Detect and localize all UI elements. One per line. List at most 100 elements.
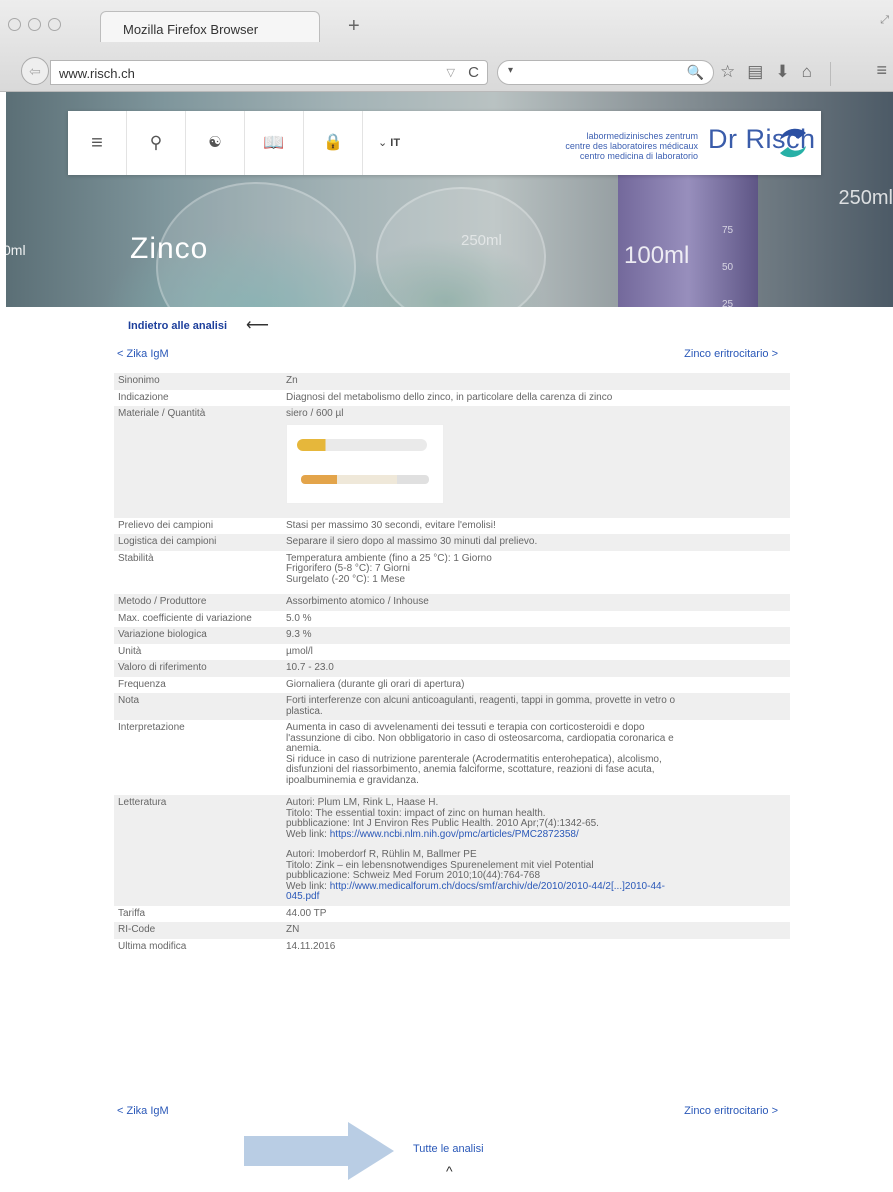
prev-analysis-link[interactable]: < Zika IgM <box>117 348 169 360</box>
row-value: 5.0 % <box>286 612 312 624</box>
reload-icon[interactable]: C <box>468 64 479 81</box>
serum-tube <box>297 438 427 451</box>
address-bar-text: www.risch.ch <box>59 66 135 81</box>
scale-mark: 75 <box>722 225 734 236</box>
table-row: Frequenza Giornaliera (durante gli orari … <box>114 677 790 694</box>
url-dropdown-icon[interactable]: ▽ <box>447 66 455 79</box>
ref-weblink-cont[interactable]: 045.pdf <box>286 891 319 902</box>
table-row: Max. coefficiente di variazione 5.0 % <box>114 611 790 628</box>
search-bar[interactable]: ▾ 🔍 <box>497 60 714 85</box>
home-icon[interactable]: ⌂ <box>802 62 812 86</box>
ref-weblink[interactable]: http://www.medicalforum.ch/docs/smf/arch… <box>330 881 665 892</box>
value-line: Frigorifero (5-8 °C): 7 Giorni <box>286 563 411 574</box>
decor-label: 250ml <box>461 232 502 249</box>
ref-authors: Autori: Imoberdorf R, Rühlin M, Ballmer … <box>286 849 477 860</box>
decor-label: 250ml <box>838 187 893 209</box>
close-window-button[interactable] <box>8 18 21 31</box>
table-row: Logistica dei campioni Separare il siero … <box>114 534 790 551</box>
back-to-analyses-link[interactable]: Indietro alle analisi <box>128 320 227 332</box>
minimize-window-button[interactable] <box>28 18 41 31</box>
people-icon[interactable]: ☯ <box>186 111 245 175</box>
table-row: Variazione biologica 9.3 % <box>114 627 790 644</box>
row-key: Interpretazione <box>118 722 185 733</box>
search-engine-dropdown-icon[interactable]: ▾ <box>508 65 513 76</box>
row-value: Giornaliera (durante gli orari di apertu… <box>286 678 465 690</box>
row-key: Letteratura <box>114 795 282 906</box>
ref-weblink-line: Web link: http://www.medicalforum.ch/doc… <box>286 880 786 893</box>
row-key: Sinonimo <box>114 373 282 390</box>
navigation-bar: ⇦ www.risch.ch ▽ C ▾ 🔍 ☆ ▤ ⬇ ⌂ ≡ <box>0 52 893 92</box>
arrow-left-icon: ⟵ <box>246 317 269 334</box>
tagline-line: labormedizinisches zentrum <box>586 131 698 141</box>
address-bar[interactable]: www.risch.ch ▽ C <box>50 60 488 85</box>
row-value: Aumenta in caso di avvelenamenti dei tes… <box>282 720 790 795</box>
site-header: ≡ ⚲ ☯ 📖 🔒 ⌄ IT labormedizinisches zentru… <box>68 111 821 175</box>
row-value: Diagnosi del metabolismo dello zinco, in… <box>286 391 613 403</box>
scroll-top-caret-icon[interactable]: ^ <box>446 1163 453 1179</box>
tab-title: Mozilla Firefox Browser <box>123 22 259 37</box>
back-button[interactable]: ⇦ <box>21 57 49 85</box>
chevron-down-icon: ⌄ <box>378 137 388 149</box>
language-selector[interactable]: ⌄ IT <box>378 111 400 175</box>
hamburger-menu-icon[interactable]: ≡ <box>68 111 127 175</box>
window-controls <box>8 18 61 31</box>
value-line: Surgelato (-20 °C): 1 Mese <box>286 573 406 585</box>
book-icon[interactable]: 📖 <box>245 111 304 175</box>
value-line: plastica. <box>286 705 323 717</box>
toolbar-divider <box>829 62 831 86</box>
ref-weblink-label: Web link: <box>286 880 330 892</box>
row-key: Logistica dei campioni <box>114 534 282 551</box>
table-row: Tariffa 44.00 TP <box>114 906 790 923</box>
prev-analysis-link-bottom[interactable]: < Zika IgM <box>117 1105 169 1117</box>
bookmark-star-icon[interactable]: ☆ <box>720 62 735 86</box>
ref-weblink-line: 045.pdf <box>286 891 786 903</box>
table-row: Stabilità Temperatura ambiente (fino a 2… <box>114 551 790 595</box>
search-icon[interactable]: 🔍 <box>687 64 704 81</box>
row-value: Assorbimento atomico / Inhouse <box>282 594 790 611</box>
row-value: µmol/l <box>286 645 313 657</box>
value-line: anemia. <box>286 743 322 754</box>
hero-banner: 250ml 100ml 250ml 0ml 75 50 25 Zinco ≡ ⚲… <box>6 92 893 307</box>
bookmarks-list-icon[interactable]: ▤ <box>747 62 763 86</box>
decor-label: 0ml <box>6 242 26 258</box>
download-icon[interactable]: ⬇ <box>775 62 789 86</box>
table-row: RI-Code ZN <box>114 922 790 939</box>
lock-icon[interactable]: 🔒 <box>304 111 363 175</box>
scale-marks: 75 50 25 <box>722 212 733 307</box>
ref-weblink[interactable]: https://www.ncbi.nlm.nih.gov/pmc/article… <box>330 829 579 840</box>
all-analyses-link[interactable]: Tutte le analisi <box>413 1143 484 1155</box>
fullscreen-icon[interactable]: ⤢ <box>880 14 889 27</box>
next-analysis-link[interactable]: Zinco eritrocitario > <box>684 348 778 360</box>
row-value: 44.00 TP <box>286 907 327 919</box>
browser-tab[interactable]: Mozilla Firefox Browser <box>100 11 320 42</box>
next-analysis-link-bottom[interactable]: Zinco eritrocitario > <box>684 1105 778 1117</box>
value-line: Forti interferenze con alcuni anticoagul… <box>286 695 676 706</box>
value-line: ipoalbuminemia e gravidanza. <box>286 774 419 786</box>
table-row: Unità µmol/l <box>114 644 790 661</box>
new-tab-button[interactable]: + <box>348 15 360 38</box>
row-value: Forti interferenze con alcuni anticoagul… <box>282 693 790 720</box>
row-value: Temperatura ambiente (fino a 25 °C): 1 G… <box>282 551 790 595</box>
maximize-window-button[interactable] <box>48 18 61 31</box>
row-value: siero / 600 µl <box>282 406 790 518</box>
row-key: Tariffa <box>118 907 146 919</box>
table-row: Valoro di riferimento 10.7 - 23.0 <box>114 660 790 677</box>
table-row: Sinonimo Zn <box>114 373 790 390</box>
sample-tube-image <box>286 423 444 504</box>
row-key: RI-Code <box>114 922 282 939</box>
row-key: Unità <box>118 645 142 657</box>
row-value-text: siero / 600 µl <box>286 408 344 419</box>
risch-logo-icon[interactable] <box>776 126 810 160</box>
row-key: Materiale / Quantità <box>114 406 282 518</box>
search-icon[interactable]: ⚲ <box>127 111 186 175</box>
browser-menu-icon[interactable]: ≡ <box>876 60 887 81</box>
row-value: 9.3 % <box>282 627 790 644</box>
language-label: IT <box>390 137 401 149</box>
row-key: Metodo / Produttore <box>114 594 282 611</box>
row-value: Autori: Plum LM, Rink L, Haase H. Titolo… <box>282 795 790 906</box>
table-row: Ultima modifica 14.11.2016 <box>114 939 790 956</box>
table-row: Materiale / Quantità siero / 600 µl <box>114 406 790 518</box>
table-row: Nota Forti interferenze con alcuni antic… <box>114 693 790 720</box>
row-key: Nota <box>114 693 282 720</box>
row-value: 14.11.2016 <box>286 940 336 952</box>
